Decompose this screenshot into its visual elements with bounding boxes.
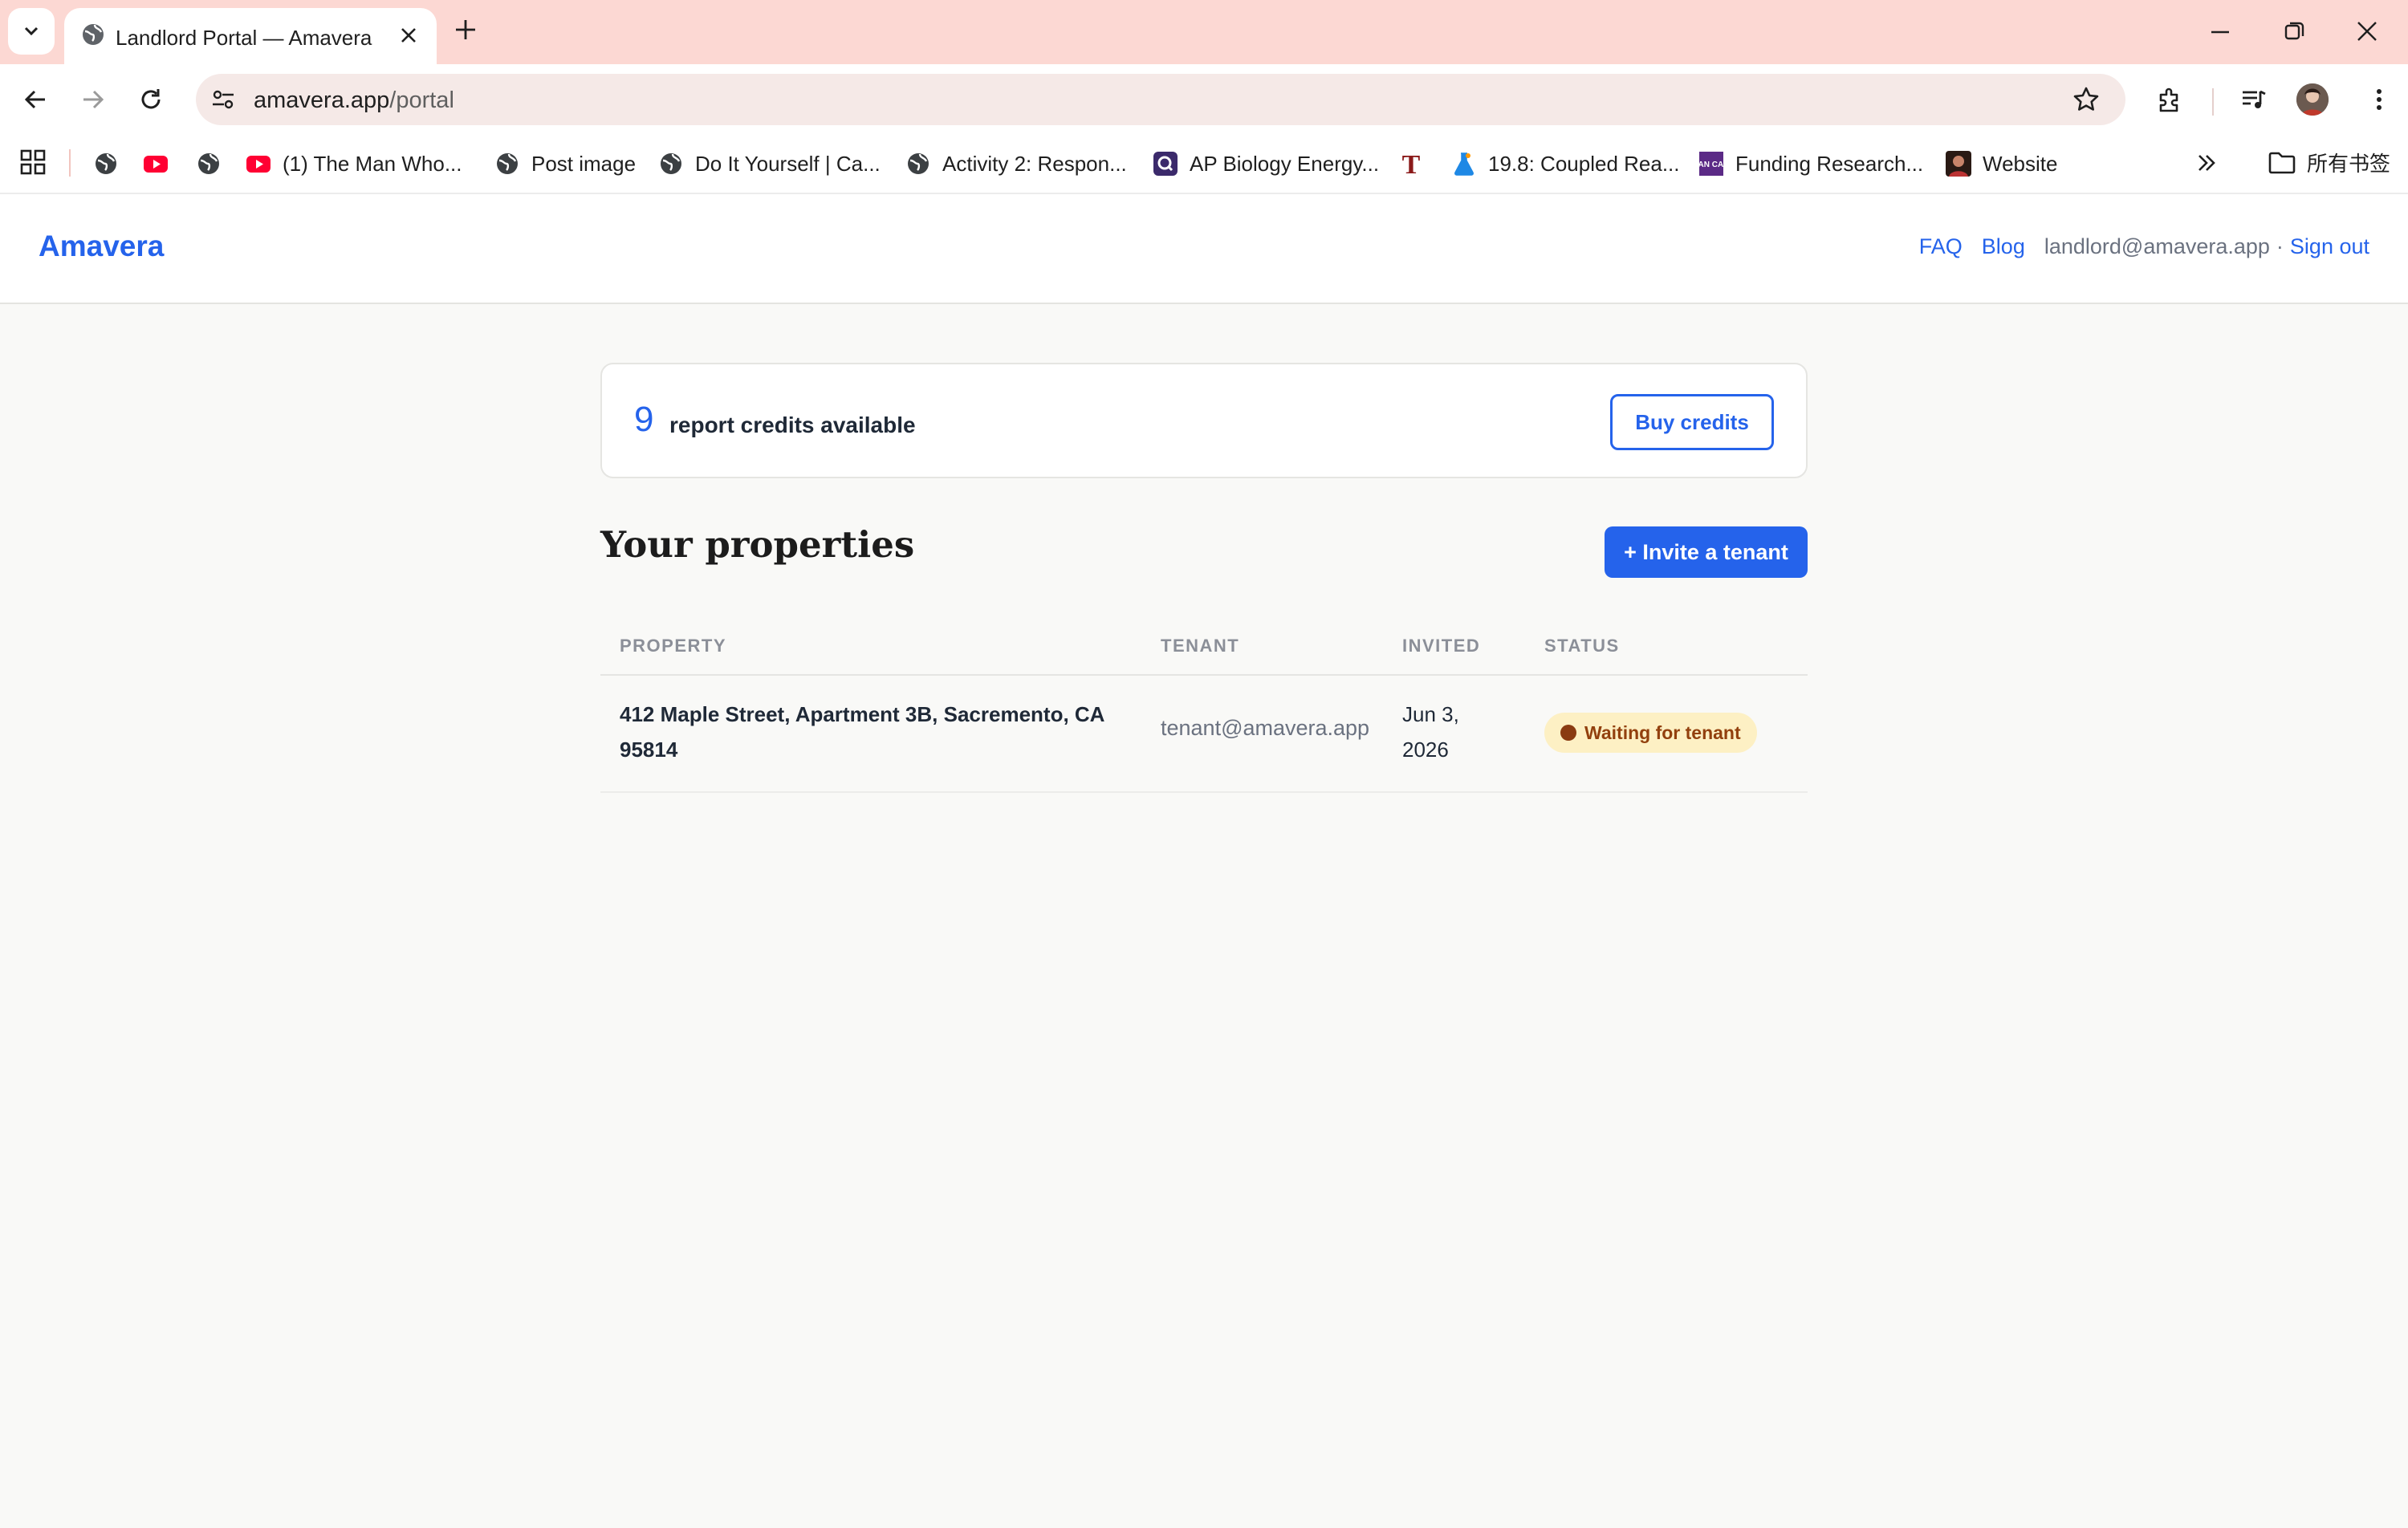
bookmarks-divider xyxy=(69,149,71,177)
properties-table: PROPERTY TENANT INVITED STATUS 412 Maple… xyxy=(600,623,1808,793)
status-label: Waiting for tenant xyxy=(1584,721,1741,743)
chevron-down-icon xyxy=(24,26,39,36)
column-header-tenant: TENANT xyxy=(1161,636,1240,656)
column-header-invited: INVITED xyxy=(1402,636,1481,656)
status-badge: Waiting for tenant xyxy=(1544,713,1757,753)
bookmark-item[interactable]: Activity 2: Respon... xyxy=(905,148,1127,180)
close-icon[interactable] xyxy=(398,25,419,46)
bookmark-item[interactable] xyxy=(196,148,233,180)
table-row[interactable]: 412 Maple Street, Apartment 3B, Sacremen… xyxy=(600,676,1808,793)
invited-date: Jun 3, 2026 xyxy=(1402,702,1459,762)
apps-grid-icon[interactable] xyxy=(19,148,47,176)
back-arrow-icon[interactable] xyxy=(21,85,50,114)
globe-icon xyxy=(96,153,116,174)
sign-out-link[interactable]: Sign out xyxy=(2290,234,2369,259)
user-email: landlord@amavera.app xyxy=(2044,234,2270,258)
toolbar-divider xyxy=(2212,88,2214,116)
restore-icon[interactable] xyxy=(2283,19,2307,43)
active-tab[interactable]: Landlord Portal — Amavera xyxy=(64,8,437,64)
globe-icon xyxy=(83,24,104,45)
bookmark-item[interactable]: 19.8: Coupled Rea... xyxy=(1451,148,1680,180)
header-nav: FAQ Blog landlord@amavera.app · Sign out xyxy=(1919,234,2369,259)
globe-icon xyxy=(661,153,681,174)
globe-icon xyxy=(497,153,518,174)
page-title: Your properties xyxy=(600,523,915,566)
bookmark-item[interactable]: T xyxy=(1398,148,1435,180)
credits-label: report credits available xyxy=(669,412,916,437)
site-header: Amavera FAQ Blog landlord@amavera.app · … xyxy=(0,194,2408,304)
bookmark-item[interactable]: Post image xyxy=(494,148,636,180)
browser-toolbar: amavera.app/portal xyxy=(0,64,2408,133)
bookmark-item[interactable]: PAN CAN Funding Research... xyxy=(1698,148,1923,180)
youtube-icon xyxy=(246,156,270,173)
reload-icon[interactable] xyxy=(136,85,165,114)
bookmark-item[interactable]: (1) The Man Who... xyxy=(246,148,462,180)
minimize-icon[interactable] xyxy=(2209,21,2231,43)
folder-icon xyxy=(2268,152,2296,173)
tab-title: Landlord Portal — Amavera xyxy=(116,26,372,50)
column-header-status: STATUS xyxy=(1544,636,1620,656)
browser-tabstrip: Landlord Portal — Amavera xyxy=(0,0,2408,64)
site-settings-icon[interactable] xyxy=(210,87,236,112)
globe-icon xyxy=(198,153,219,174)
tab-search-button[interactable] xyxy=(8,8,55,55)
profile-avatar[interactable] xyxy=(2296,83,2329,116)
avatar-icon xyxy=(1946,151,1971,177)
globe-icon xyxy=(908,153,929,174)
credits-card: 9 report credits available Buy credits xyxy=(600,363,1808,478)
bookmark-item[interactable]: Do It Yourself | Ca... xyxy=(658,148,881,180)
buy-credits-button[interactable]: Buy credits xyxy=(1610,394,1774,450)
url-text: amavera.app/portal xyxy=(254,87,454,113)
media-control-icon[interactable] xyxy=(2239,85,2268,114)
nav-separator: · xyxy=(2276,234,2284,258)
extensions-icon[interactable] xyxy=(2156,85,2185,114)
youtube-icon xyxy=(144,156,168,173)
svg-text:T: T xyxy=(1402,151,1421,177)
bookmark-item[interactable]: Website xyxy=(1946,148,2057,180)
all-bookmarks-folder[interactable]: 所有书签 xyxy=(2268,148,2390,177)
invite-tenant-button[interactable]: + Invite a tenant xyxy=(1605,526,1808,578)
blog-link[interactable]: Blog xyxy=(1982,234,2025,259)
quizlet-icon xyxy=(1153,152,1178,176)
avatar-icon xyxy=(2296,83,2329,116)
pancan-icon: PAN CAN xyxy=(1698,152,1724,176)
window-close-icon[interactable] xyxy=(2355,19,2379,43)
new-tab-icon[interactable] xyxy=(454,18,478,42)
address-bar[interactable]: amavera.app/portal xyxy=(196,74,2125,125)
kebab-menu-icon[interactable] xyxy=(2365,85,2394,114)
bookmark-item[interactable]: AP Biology Energy... xyxy=(1153,148,1379,180)
bookmark-star-icon[interactable] xyxy=(2072,86,2100,113)
svg-text:PAN CAN: PAN CAN xyxy=(1698,161,1724,169)
site-logo[interactable]: Amavera xyxy=(39,230,164,263)
bookmark-item[interactable] xyxy=(143,148,180,180)
credits-count: 9 xyxy=(634,400,654,439)
table-header: PROPERTY TENANT INVITED STATUS xyxy=(600,623,1808,676)
t-logo-icon: T xyxy=(1402,151,1421,177)
status-dot-icon xyxy=(1560,725,1576,741)
tenant-email: tenant@amavera.app xyxy=(1161,716,1370,740)
forward-arrow-icon[interactable] xyxy=(79,85,108,114)
bookmark-item[interactable] xyxy=(93,148,130,180)
property-address: 412 Maple Street, Apartment 3B, Sacremen… xyxy=(620,702,1104,762)
flask-icon xyxy=(1454,152,1474,176)
faq-link[interactable]: FAQ xyxy=(1919,234,1963,259)
column-header-property: PROPERTY xyxy=(620,636,727,656)
chevron-double-right-icon[interactable] xyxy=(2194,151,2219,175)
bookmarks-bar: (1) The Man Who... Post image Do It Your… xyxy=(0,133,2408,194)
